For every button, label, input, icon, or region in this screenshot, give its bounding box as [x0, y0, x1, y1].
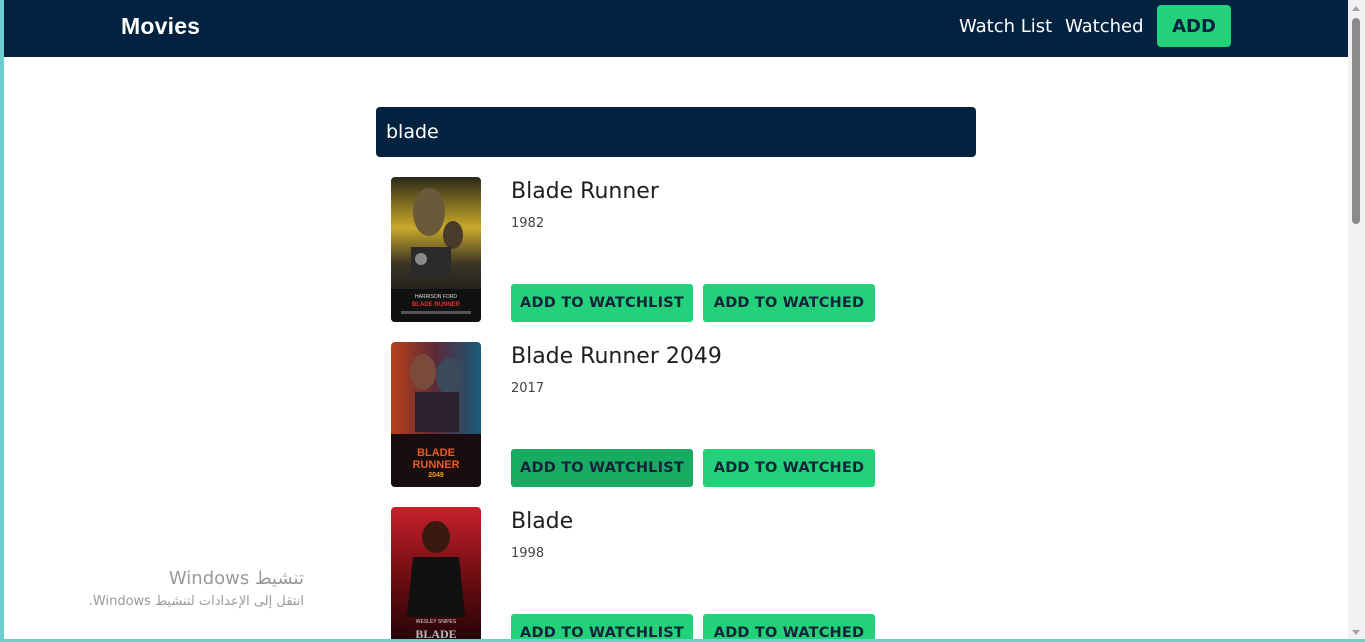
result-card: WESLEY SNIPES BLADE Blade 1998 ADD TO WA… — [391, 507, 991, 641]
movie-poster[interactable]: WESLEY SNIPES BLADE — [391, 507, 481, 641]
poster-caption: RUNNER — [412, 459, 459, 471]
vertical-scrollbar[interactable] — [1348, 0, 1365, 639]
movie-year: 1998 — [511, 546, 545, 561]
watermark-subtitle: انتقل إلى الإعدادات لتنشيط Windows. — [88, 594, 304, 609]
poster-caption: BLADE — [417, 447, 455, 459]
poster-caption: BLADE RUNNER — [412, 302, 461, 308]
scroll-down-arrow-icon[interactable] — [1352, 630, 1360, 635]
poster-caption: HARRISON FORD — [415, 294, 457, 300]
add-to-watchlist-button[interactable]: ADD TO WATCHLIST — [511, 449, 693, 487]
browser-viewport: Movies Watch List Watched ADD blade HARR… — [0, 0, 1365, 642]
movie-title: Blade Runner — [511, 179, 659, 204]
movie-year: 2017 — [511, 381, 545, 396]
watermark-title: تنشيط Windows — [168, 568, 304, 589]
poster-caption: 2049 — [428, 472, 444, 479]
add-to-watched-button[interactable]: ADD TO WATCHED — [703, 449, 875, 487]
scroll-up-arrow-icon[interactable] — [1352, 6, 1360, 11]
windows-activation-watermark: تنشيط Windows انتقل إلى الإعدادات لتنشيط… — [44, 566, 304, 612]
search-input[interactable] — [386, 121, 966, 143]
poster-caption: WESLEY SNIPES — [416, 619, 457, 625]
result-card: HARRISON FORD BLADE RUNNER Blade Runner … — [391, 177, 991, 323]
movie-title: Blade — [511, 509, 574, 534]
add-to-watchlist-button[interactable]: ADD TO WATCHLIST — [511, 284, 693, 322]
movie-poster[interactable]: BLADE RUNNER 2049 — [391, 342, 481, 487]
add-to-watchlist-button[interactable]: ADD TO WATCHLIST — [511, 614, 693, 639]
poster-caption: BLADE — [415, 627, 456, 641]
result-card: BLADE RUNNER 2049 Blade Runner 2049 2017… — [391, 342, 991, 488]
nav-link-watched[interactable]: Watched — [1065, 16, 1144, 37]
movie-title: Blade Runner 2049 — [511, 344, 722, 369]
nav-link-watch-list[interactable]: Watch List — [959, 16, 1052, 37]
add-to-watched-button[interactable]: ADD TO WATCHED — [703, 614, 875, 639]
movie-year: 1982 — [511, 216, 545, 231]
brand-logo[interactable]: Movies — [121, 13, 200, 40]
scrollbar-thumb[interactable] — [1352, 18, 1360, 224]
navbar: Movies Watch List Watched ADD — [4, 0, 1348, 57]
add-to-watched-button[interactable]: ADD TO WATCHED — [703, 284, 875, 322]
add-button[interactable]: ADD — [1157, 5, 1231, 47]
search-box[interactable] — [376, 107, 976, 157]
movie-poster[interactable]: HARRISON FORD BLADE RUNNER — [391, 177, 481, 322]
